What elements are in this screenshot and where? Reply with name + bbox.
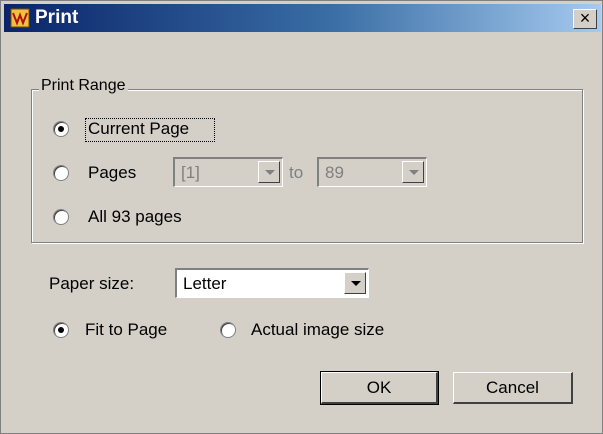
fit-to-page-radio[interactable] xyxy=(53,322,69,338)
close-icon: × xyxy=(579,8,591,28)
print-dialog: Print × Print Range Current Page Pages [… xyxy=(0,0,603,434)
pages-to-value: 89 xyxy=(325,163,344,182)
chevron-down-icon xyxy=(351,281,361,286)
print-range-label: Print Range xyxy=(39,77,128,95)
pages-radio[interactable] xyxy=(53,165,69,181)
pages-from-select[interactable]: [1] xyxy=(173,157,283,187)
radio-dot-icon xyxy=(58,327,64,333)
pages-from-dropdown-button[interactable] xyxy=(258,161,280,183)
pages-from-value: [1] xyxy=(181,163,200,182)
all-pages-label[interactable]: All 93 pages xyxy=(88,207,182,227)
ok-button[interactable]: OK xyxy=(320,371,439,405)
close-button[interactable]: × xyxy=(573,8,597,29)
pages-label[interactable]: Pages xyxy=(88,163,136,183)
radio-dot-icon xyxy=(58,126,64,132)
actual-size-label[interactable]: Actual image size xyxy=(251,320,384,340)
paper-size-label: Paper size: xyxy=(49,274,135,293)
all-pages-radio[interactable] xyxy=(53,209,69,225)
pages-to-select[interactable]: 89 xyxy=(317,157,427,187)
paper-size-dropdown-button[interactable] xyxy=(344,272,366,294)
paper-size-select[interactable]: Letter xyxy=(175,268,369,298)
chevron-down-icon xyxy=(409,170,419,175)
fit-to-page-label[interactable]: Fit to Page xyxy=(85,320,167,340)
current-page-radio[interactable] xyxy=(53,121,69,137)
dialog-title: Print xyxy=(35,7,79,28)
paper-size-value: Letter xyxy=(183,274,227,293)
pages-to-dropdown-button[interactable] xyxy=(402,161,424,183)
chevron-down-icon xyxy=(265,170,275,175)
app-icon xyxy=(10,8,30,28)
to-label: to xyxy=(289,163,304,182)
current-page-label[interactable]: Current Page xyxy=(88,119,189,139)
actual-size-radio[interactable] xyxy=(220,322,236,338)
title-bar[interactable]: Print × xyxy=(4,4,601,32)
cancel-button[interactable]: Cancel xyxy=(453,372,573,404)
